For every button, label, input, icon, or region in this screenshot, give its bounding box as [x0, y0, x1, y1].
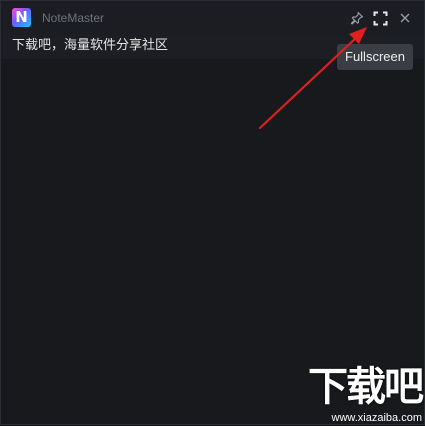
watermark-url: www.xiazaiba.com [331, 412, 422, 424]
app-window: N NoteMaster 下载吧，海量软件分享社区 Fullscreen 下载吧… [0, 0, 425, 425]
app-title: NoteMaster [42, 11, 105, 25]
watermark: 下载吧 www.xiazaiba.com [285, 363, 425, 426]
close-button[interactable] [396, 9, 414, 27]
title-bar[interactable]: N NoteMaster [1, 1, 424, 34]
pin-button[interactable] [348, 9, 366, 27]
pin-icon [350, 11, 364, 25]
fullscreen-icon [373, 11, 387, 25]
fullscreen-tooltip: Fullscreen [337, 44, 413, 70]
app-logo: N [12, 8, 31, 27]
watermark-title: 下载吧 [308, 364, 424, 410]
app-logo-letter: N [15, 8, 28, 26]
close-icon [400, 13, 410, 23]
fullscreen-button[interactable] [371, 9, 389, 27]
note-text[interactable]: 下载吧，海量软件分享社区 [12, 37, 168, 55]
